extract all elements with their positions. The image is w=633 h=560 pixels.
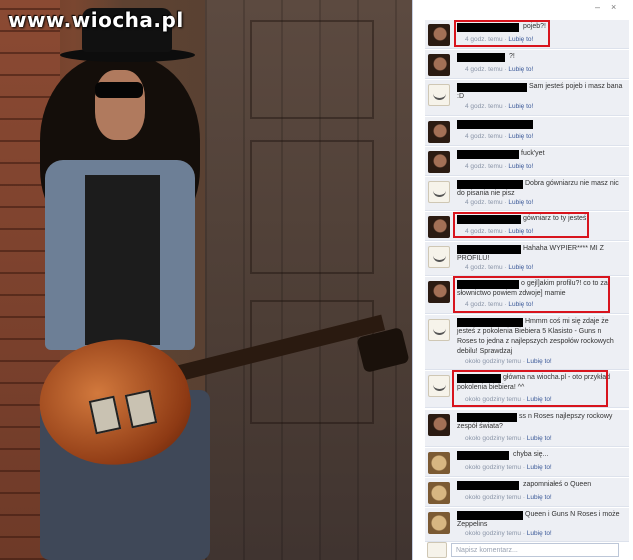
comment: Hahaha WYPIER**** MI Z PROFILU! 4 godz. … — [425, 242, 629, 276]
like-link[interactable]: Lubię to! — [508, 103, 533, 110]
comment-text: chyba się... — [513, 451, 549, 458]
comment: Queen i Guns N Roses i może Zeppelins ok… — [425, 508, 629, 542]
comment-text: Dobra gówniarzu nie masz nic do pisania … — [457, 180, 619, 197]
wooden-door — [205, 0, 412, 560]
comment: 4 godz. temu · Lubię to! — [425, 117, 629, 146]
red-highlight — [453, 212, 589, 238]
like-link[interactable]: Lubię to! — [508, 163, 533, 170]
comment-text: fuck'yet — [521, 150, 545, 157]
like-link[interactable]: Lubię to! — [508, 133, 533, 140]
like-link[interactable]: Lubię to! — [527, 358, 552, 365]
avatar[interactable] — [428, 512, 450, 534]
comment-time: około godziny temu — [465, 435, 522, 442]
avatar[interactable] — [428, 375, 450, 397]
like-link[interactable]: Lubię to! — [527, 530, 552, 537]
red-highlight — [453, 276, 610, 313]
comment-text: Hahaha WYPIER**** MI Z PROFILU! — [457, 245, 604, 262]
comment-input[interactable]: Napisz komentarz... — [451, 543, 619, 557]
like-link[interactable]: Lubię to! — [508, 199, 533, 206]
comment-time: 4 godz. temu — [465, 103, 503, 110]
comment: fuck'yet 4 godz. temu · Lubię to! — [425, 147, 629, 176]
avatar[interactable] — [428, 452, 450, 474]
commenter-name[interactable] — [457, 451, 509, 460]
like-link[interactable]: Lubię to! — [508, 66, 533, 73]
comment: ?! 4 godz. temu · Lubię to! — [425, 50, 629, 79]
comment-time: 4 godz. temu — [465, 133, 503, 140]
comment-text: zapomniałeś o Queen — [523, 481, 592, 488]
face — [95, 70, 145, 140]
comment-time: około godziny temu — [465, 464, 522, 471]
comment-time: 4 godz. temu — [465, 163, 503, 170]
comment: zapomniałeś o Queen około godziny temu ·… — [425, 478, 629, 507]
avatar[interactable] — [428, 24, 450, 46]
close-icon[interactable]: × — [611, 2, 616, 12]
comment: Hmmm coś mi się zdaje że jesteś z pokole… — [425, 315, 629, 370]
comment-time: około godziny temu — [465, 358, 522, 365]
commenter-name[interactable] — [457, 150, 519, 159]
sunglasses — [95, 82, 143, 98]
avatar[interactable] — [428, 151, 450, 173]
comment-time: 4 godz. temu — [465, 264, 503, 271]
commenter-name[interactable] — [457, 53, 505, 62]
like-link[interactable]: Lubię to! — [527, 435, 552, 442]
avatar[interactable] — [428, 281, 450, 303]
avatar[interactable] — [428, 84, 450, 106]
like-link[interactable]: Lubię to! — [527, 494, 552, 501]
comment-time: około godziny temu — [465, 530, 522, 537]
photo: www.wiocha.pl — [0, 0, 412, 560]
avatar[interactable] — [428, 54, 450, 76]
red-highlight — [454, 20, 550, 47]
like-link[interactable]: Lubię to! — [527, 464, 552, 471]
comment-text: Queen i Guns N Roses i może Zeppelins — [457, 511, 620, 528]
comment: Dobra gówniarzu nie masz nic do pisania … — [425, 177, 629, 211]
black-shirt — [85, 175, 160, 345]
comment-text: ss n Roses najlepszy rockowy zespół świa… — [457, 413, 613, 430]
comment-time: około godziny temu — [465, 494, 522, 501]
avatar[interactable] — [428, 246, 450, 268]
avatar[interactable] — [428, 216, 450, 238]
comment: chyba się... około godziny temu · Lubię … — [425, 448, 629, 477]
avatar[interactable] — [428, 482, 450, 504]
avatar[interactable] — [428, 319, 450, 341]
avatar[interactable] — [428, 414, 450, 436]
commenter-name[interactable] — [457, 120, 533, 129]
comment-time: 4 godz. temu — [465, 199, 503, 206]
red-highlight — [452, 370, 608, 407]
avatar[interactable] — [428, 181, 450, 203]
comment-text: Hmmm coś mi się zdaje że jesteś z pokole… — [457, 318, 614, 355]
comment-text: Sam jesteś pojeb i masz bana :D — [457, 83, 623, 100]
comment: ss n Roses najlepszy rockowy zespół świa… — [425, 410, 629, 447]
comment-time: 4 godz. temu — [465, 66, 503, 73]
comments-panel: – × pojeb?! 4 godz. temu · Lubię to! ?! … — [412, 0, 633, 560]
like-link[interactable]: Lubię to! — [508, 264, 533, 271]
panel-header: – × — [413, 0, 633, 16]
current-user-avatar — [427, 542, 447, 558]
minimize-icon[interactable]: – — [595, 2, 600, 12]
comment-text: ?! — [509, 53, 515, 60]
avatar[interactable] — [428, 121, 450, 143]
watermark: www.wiocha.pl — [8, 8, 184, 32]
commenter-name[interactable] — [457, 481, 519, 490]
comment: Sam jesteś pojeb i masz bana :D 4 godz. … — [425, 80, 629, 116]
